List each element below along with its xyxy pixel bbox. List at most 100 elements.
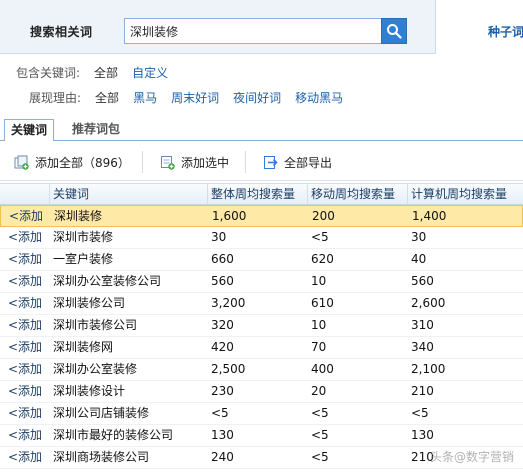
add-selected-icon — [161, 155, 175, 170]
add-keyword-link[interactable]: <添加 — [8, 447, 42, 468]
table-row[interactable]: <添加 深圳市装修 30 <5 30 — [0, 227, 523, 249]
table-row[interactable]: <添加 深圳装修公司 3,200 610 2,600 — [0, 293, 523, 315]
filter-reason-dark-horse[interactable]: 黑马 — [133, 89, 157, 106]
total-weekly-cell: 1,600 — [212, 209, 247, 223]
export-all-button[interactable]: 全部导出 — [263, 153, 332, 171]
add-keyword-link[interactable]: <添加 — [8, 381, 42, 402]
add-keyword-link[interactable]: <添加 — [8, 293, 42, 314]
col-header-total-weekly[interactable]: 整体周均搜索量 — [207, 184, 295, 206]
keyword-cell: 深圳公司店铺装修 — [53, 406, 150, 420]
toolbar-divider — [142, 151, 143, 173]
table-row[interactable]: <添加 深圳办公室装修公司 560 10 560 — [0, 271, 523, 293]
table-row[interactable]: <添加 一室户装修 660 620 40 — [0, 249, 523, 271]
total-weekly-cell: 130 — [211, 428, 234, 442]
add-keyword-link[interactable]: <添加 — [8, 271, 42, 292]
search-button[interactable] — [381, 18, 407, 44]
pc-weekly-cell: 2,100 — [411, 362, 446, 376]
filter-include-all[interactable]: 全部 — [94, 64, 118, 81]
keyword-cell: 深圳装修网 — [53, 340, 114, 354]
mobile-weekly-cell: 620 — [311, 252, 334, 266]
keyword-cell: 深圳市装修公司 — [53, 318, 138, 332]
pc-weekly-cell: 210 — [411, 384, 434, 398]
total-weekly-cell: 320 — [211, 318, 234, 332]
filter-include-label: 包含关键词: — [16, 65, 81, 80]
add-all-icon — [14, 155, 29, 170]
total-weekly-cell: 2,500 — [211, 362, 246, 376]
pc-weekly-cell: 40 — [411, 252, 427, 266]
add-selected-button[interactable]: 添加选中 — [160, 153, 229, 171]
mobile-weekly-cell: 10 — [311, 274, 327, 288]
filter-reason-night[interactable]: 夜间好词 — [233, 89, 281, 106]
pc-weekly-cell: 130 — [411, 428, 434, 442]
total-weekly-cell: 230 — [211, 384, 234, 398]
mobile-weekly-cell: <5 — [311, 230, 329, 244]
keyword-table: 关键词 整体周均搜索量 移动周均搜索量 计算机周均搜索量 <添加 深圳装修 1,60… — [0, 183, 523, 469]
filter-include: 包含关键词: 全部 自定义 — [16, 64, 182, 80]
pc-weekly-cell: 560 — [411, 274, 434, 288]
tab-recommended-packages[interactable]: 推荐词包 — [66, 119, 126, 141]
add-keyword-link[interactable]: <添加 — [8, 249, 42, 270]
add-keyword-link[interactable]: <添加 — [8, 227, 42, 248]
col-header-keyword[interactable]: 关键词 — [49, 184, 89, 206]
total-weekly-cell: 30 — [211, 230, 227, 244]
toolbar: 添加全部（896） 添加选中 全部导出 — [0, 141, 523, 181]
tab-keywords[interactable]: 关键词 — [4, 119, 55, 142]
mobile-weekly-cell: 10 — [311, 318, 327, 332]
add-keyword-link[interactable]: <添加 — [8, 337, 42, 358]
table-body: <添加 深圳装修 1,600 200 1,400 <添加 深圳市装修 30 <5 30 <添加 一室户… — [0, 205, 523, 469]
add-keyword-link[interactable]: <添加 — [8, 403, 42, 424]
mobile-weekly-cell: 20 — [311, 384, 327, 398]
table-row[interactable]: <添加 深圳市最好的装修公司 130 <5 130 — [0, 425, 523, 447]
total-weekly-cell: <5 — [211, 406, 229, 420]
keyword-cell: 一室户装修 — [53, 252, 114, 266]
tab-seed-words[interactable]: 种子词 — [435, 0, 523, 54]
table-row[interactable]: <添加 深圳市装修公司 320 10 310 — [0, 315, 523, 337]
pc-weekly-cell: 340 — [411, 340, 434, 354]
mobile-weekly-cell: 610 — [311, 296, 334, 310]
add-keyword-link[interactable]: <添加 — [8, 359, 42, 380]
total-weekly-cell: 420 — [211, 340, 234, 354]
filter-reason: 展现理由: 全部 黑马 周末好词 夜间好词 移动黑马 — [29, 89, 357, 105]
add-keyword-link[interactable]: <添加 — [8, 315, 42, 336]
total-weekly-cell: 3,200 — [211, 296, 246, 310]
search-label: 搜索相关词 — [30, 25, 93, 39]
keyword-cell: 深圳办公室装修公司 — [53, 274, 162, 288]
keyword-cell: 深圳办公室装修 — [53, 362, 138, 376]
mobile-weekly-cell: 400 — [311, 362, 334, 376]
search-bar: 搜索相关词 种子词 — [0, 0, 523, 54]
filter-reason-all[interactable]: 全部 — [95, 89, 119, 106]
filter-include-custom[interactable]: 自定义 — [132, 64, 168, 81]
keyword-cell: 深圳市装修 — [53, 230, 114, 244]
add-keyword-link[interactable]: <添加 — [8, 425, 42, 446]
filter-reason-weekend[interactable]: 周末好词 — [171, 89, 219, 106]
pc-weekly-cell: 1,400 — [412, 209, 447, 223]
mobile-weekly-cell: 70 — [311, 340, 327, 354]
seed-tab-label: 种子词 — [488, 25, 523, 39]
pc-weekly-cell: 310 — [411, 318, 434, 332]
search-input[interactable] — [125, 19, 381, 43]
tab-bar: 关键词 推荐词包 — [0, 119, 523, 142]
add-all-button[interactable]: 添加全部（896） — [14, 153, 130, 171]
col-header-mobile-weekly[interactable]: 移动周均搜索量 — [307, 184, 395, 206]
add-keyword-link[interactable]: <添加 — [9, 206, 43, 227]
export-all-label: 全部导出 — [284, 155, 333, 170]
keyword-cell: 深圳装修设计 — [53, 384, 126, 398]
search-input-box[interactable] — [124, 18, 382, 44]
total-weekly-cell: 560 — [211, 274, 234, 288]
table-row[interactable]: <添加 深圳办公室装修 2,500 400 2,100 — [0, 359, 523, 381]
keyword-cell: 深圳商场装修公司 — [53, 450, 150, 464]
table-header: 关键词 整体周均搜索量 移动周均搜索量 计算机周均搜索量 — [0, 183, 523, 206]
pc-weekly-cell: 2,600 — [411, 296, 446, 310]
pc-weekly-cell: 30 — [411, 230, 427, 244]
filter-reason-mobile[interactable]: 移动黑马 — [295, 89, 343, 106]
table-row[interactable]: <添加 深圳公司店铺装修 <5 <5 <5 — [0, 403, 523, 425]
keyword-cell: 深圳装修公司 — [53, 296, 126, 310]
add-selected-label: 添加选中 — [181, 155, 230, 170]
table-row[interactable]: <添加 深圳装修 1,600 200 1,400 — [0, 205, 523, 227]
export-icon — [264, 155, 278, 169]
table-row[interactable]: <添加 深圳装修网 420 70 340 — [0, 337, 523, 359]
table-row[interactable]: <添加 深圳装修设计 230 20 210 — [0, 381, 523, 403]
col-header-pc-weekly[interactable]: 计算机周均搜索量 — [407, 184, 507, 206]
filter-reason-label: 展现理由: — [29, 90, 82, 105]
search-icon — [387, 24, 402, 39]
